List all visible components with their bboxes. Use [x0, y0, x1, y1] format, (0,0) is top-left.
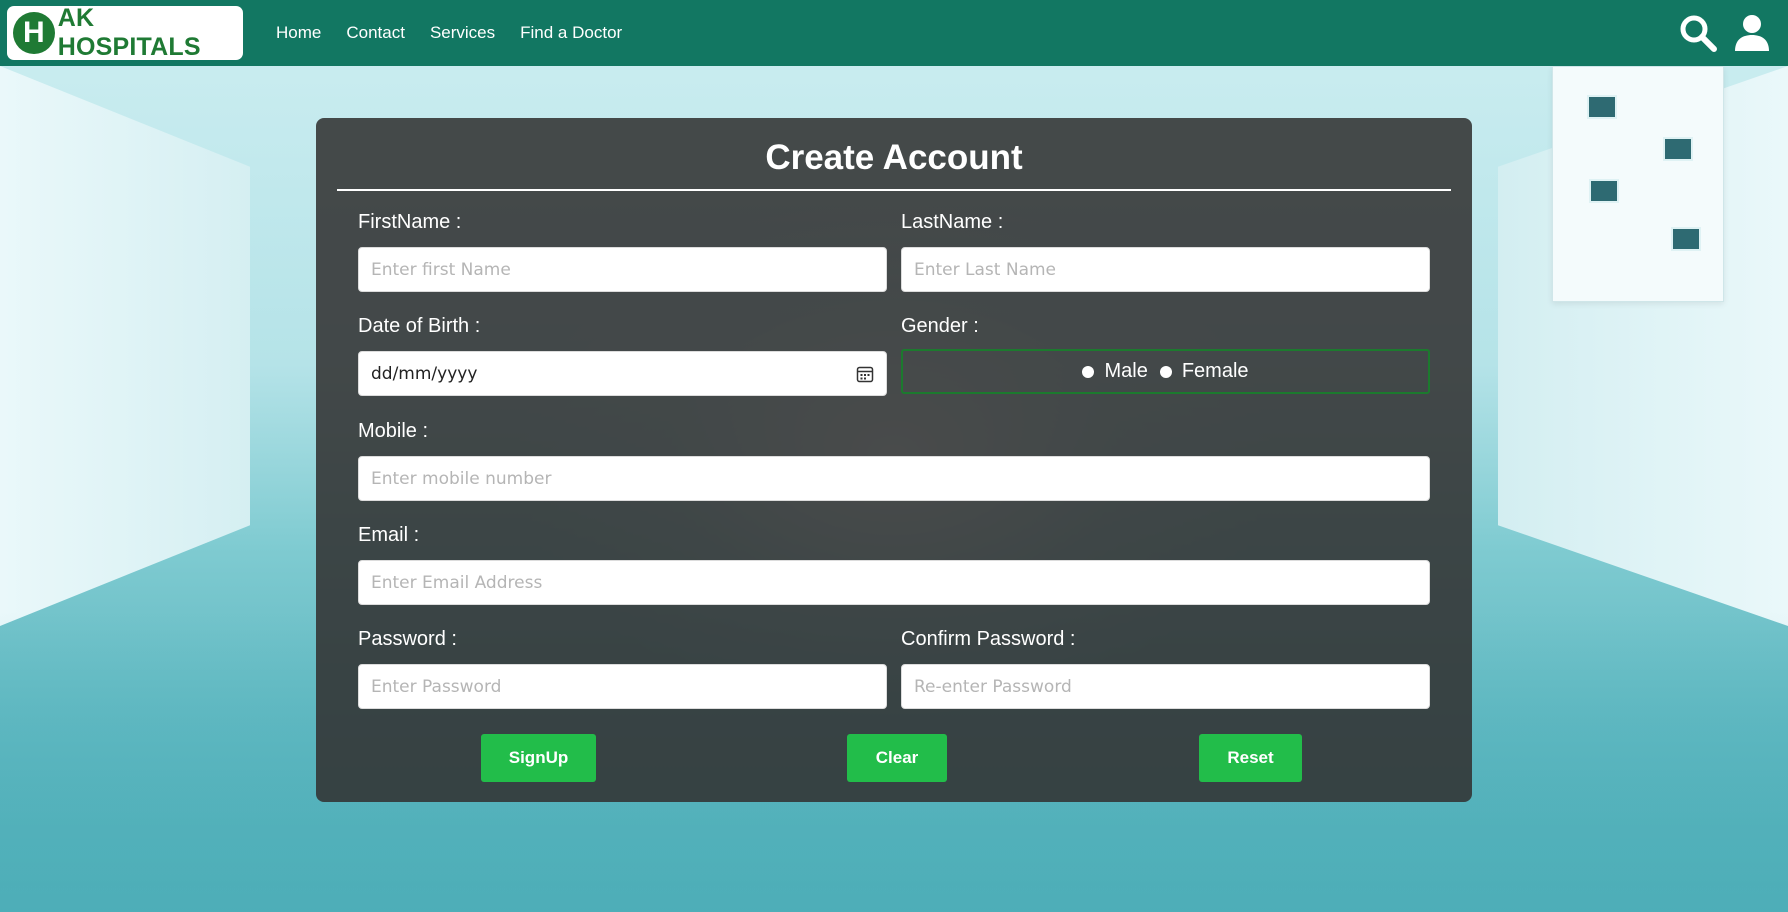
gender-radio-group: Male Female [901, 349, 1430, 394]
clear-button[interactable]: Clear [847, 734, 947, 782]
firstname-input[interactable] [358, 247, 887, 292]
nav-link-find-a-doctor[interactable]: Find a Doctor [520, 23, 622, 43]
gender-male-radio[interactable] [1082, 365, 1095, 378]
background-wall-cabinet [1552, 66, 1724, 302]
dob-value: dd/mm/yyyy [371, 363, 478, 384]
gender-male-label: Male [1104, 360, 1148, 382]
confirm-password-label: Confirm Password : [901, 628, 1076, 650]
create-account-card: Create Account FirstName : LastName : Da… [316, 118, 1472, 802]
lastname-input[interactable] [901, 247, 1430, 292]
reset-button[interactable]: Reset [1199, 734, 1302, 782]
signup-button[interactable]: SignUp [481, 734, 596, 782]
dob-input[interactable]: dd/mm/yyyy [358, 351, 887, 396]
logo-badge-icon: H [13, 12, 55, 54]
lastname-label: LastName : [901, 211, 1004, 233]
password-label: Password : [358, 628, 457, 650]
email-input[interactable] [358, 560, 1430, 605]
gender-female-radio[interactable] [1159, 365, 1172, 378]
gender-label: Gender : [901, 315, 979, 337]
search-icon[interactable] [1678, 13, 1718, 53]
mobile-input[interactable] [358, 456, 1430, 501]
user-icon[interactable] [1732, 13, 1772, 53]
brand-name: AK HOSPITALS [57, 4, 201, 61]
top-navbar: H AK HOSPITALS Home Contact Services Fin… [0, 0, 1788, 66]
title-divider [337, 189, 1451, 191]
nav-icons [1664, 13, 1772, 53]
confirm-password-input[interactable] [901, 664, 1430, 709]
mobile-label: Mobile : [358, 420, 429, 442]
gender-female-label: Female [1181, 360, 1249, 382]
firstname-label: FirstName : [358, 211, 462, 233]
password-input[interactable] [358, 664, 887, 709]
nav-link-home[interactable]: Home [276, 23, 321, 43]
nav-link-contact[interactable]: Contact [346, 23, 405, 43]
calendar-icon[interactable] [856, 365, 874, 383]
dob-label: Date of Birth : [358, 315, 481, 337]
background-left-wall [0, 66, 250, 626]
email-label: Email : [358, 524, 420, 546]
brand-logo[interactable]: H AK HOSPITALS [7, 4, 243, 61]
nav-links: Home Contact Services Find a Doctor [276, 0, 647, 66]
form-title: Create Account [765, 138, 1023, 177]
nav-link-services[interactable]: Services [430, 23, 495, 43]
